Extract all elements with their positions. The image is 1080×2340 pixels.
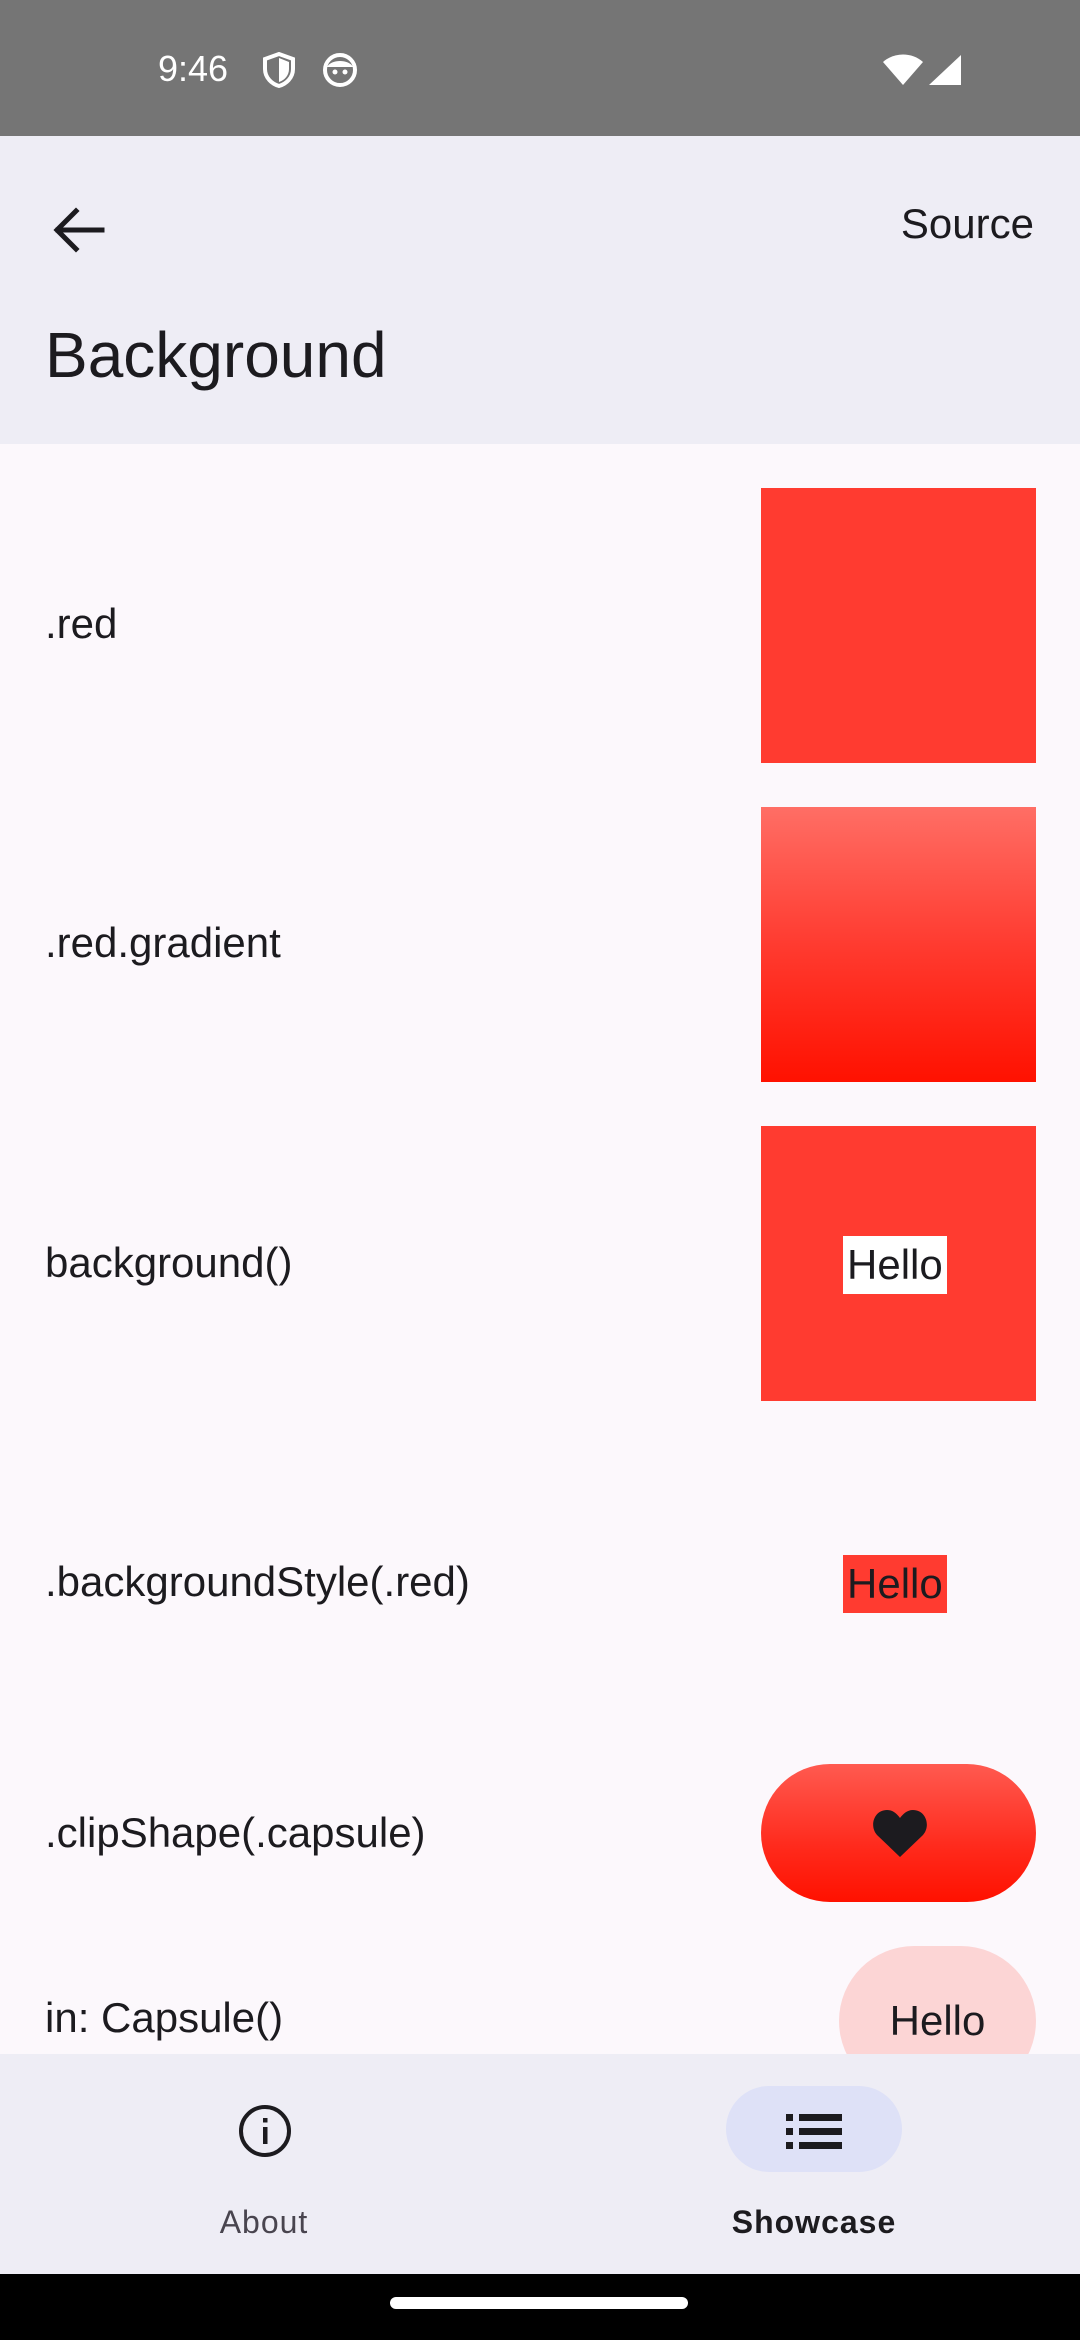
- shield-icon: [262, 51, 296, 93]
- top-app-bar: Source Background: [0, 136, 1080, 444]
- red-swatch: [761, 488, 1036, 763]
- row-label: .clipShape(.capsule): [45, 1809, 426, 1856]
- row-label: .red: [45, 600, 118, 647]
- nav-label: About: [219, 2204, 309, 2240]
- arrow-back-icon: [36, 207, 120, 276]
- showcase-list[interactable]: .red .red.gradient background() Hello .b…: [0, 444, 1080, 2054]
- list-icon: [786, 2114, 842, 2155]
- red-capsule: [761, 1764, 1036, 1902]
- row-label: .red.gradient: [45, 919, 281, 966]
- hello-capsule: Hello: [839, 1946, 1036, 2054]
- system-navigation-bar: [0, 2274, 1080, 2340]
- home-gesture-handle[interactable]: [390, 2297, 688, 2309]
- red-gradient-swatch: [761, 807, 1036, 1082]
- nav-label: Showcase: [731, 2204, 897, 2240]
- status-bar: 9:46: [0, 0, 1080, 136]
- back-button[interactable]: [36, 188, 120, 272]
- heart-icon: [872, 1808, 928, 1863]
- nav-item-about[interactable]: About: [114, 2054, 414, 2274]
- wifi-icon: [882, 54, 924, 91]
- page-title: Background: [45, 319, 387, 391]
- source-button[interactable]: Source: [901, 200, 1034, 248]
- row-label: .backgroundStyle(.red): [45, 1558, 470, 1605]
- bottom-navigation: About Showcase: [0, 2054, 1080, 2274]
- status-time: 9:46: [158, 48, 229, 89]
- nav-item-showcase[interactable]: Showcase: [664, 2054, 964, 2274]
- hello-text: Hello: [843, 1236, 947, 1294]
- row-label: background(): [45, 1239, 293, 1286]
- face-icon: [322, 52, 358, 93]
- hello-text: Hello: [843, 1555, 947, 1613]
- row-label: in: Capsule(): [45, 1994, 284, 2041]
- cellular-signal-icon: [928, 54, 962, 91]
- info-icon: [238, 2104, 292, 2163]
